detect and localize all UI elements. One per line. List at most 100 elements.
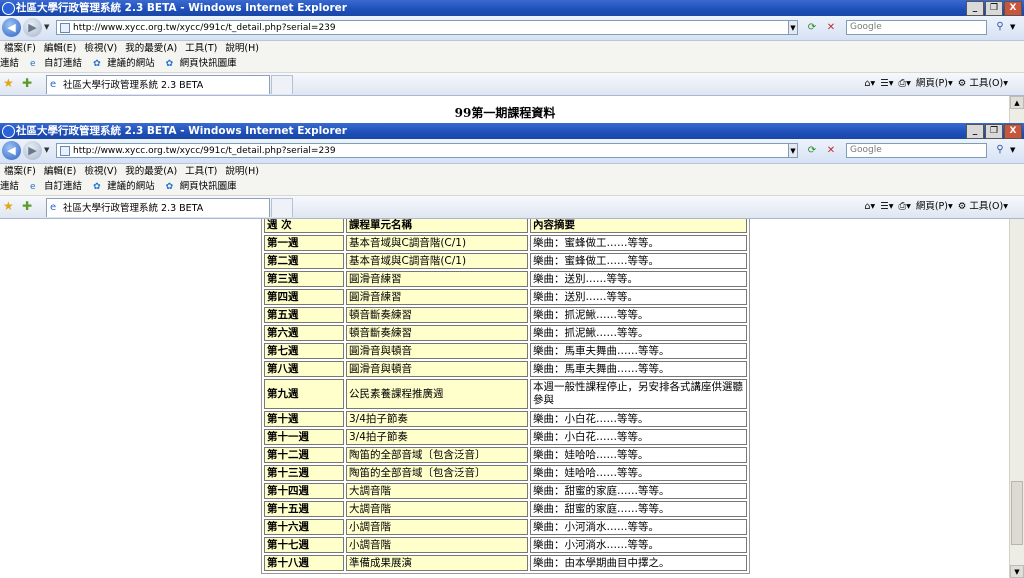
address-field[interactable]: http://www.xycc.org.tw/xycc/991c/t_detai… bbox=[56, 143, 796, 158]
summary-cell: 樂曲：小河淌水……等等。 bbox=[530, 537, 747, 553]
address-toolbar: ◀ ▶ ▼ http://www.xycc.org.tw/xycc/991c/t… bbox=[0, 16, 1024, 41]
feeds-icon[interactable]: ☰▾ bbox=[880, 199, 893, 215]
restore-button[interactable]: ❐ bbox=[985, 1, 1003, 16]
home-icon[interactable]: ⌂▾ bbox=[864, 199, 875, 215]
menu-edit[interactable]: 編輯(E) bbox=[40, 164, 80, 179]
menu-favorites[interactable]: 我的最愛(A) bbox=[121, 164, 181, 179]
link-custom[interactable]: e 自訂連結 bbox=[30, 56, 82, 72]
address-field[interactable]: http://www.xycc.org.tw/xycc/991c/t_detai… bbox=[56, 20, 796, 35]
menu-file[interactable]: 檔案(F) bbox=[0, 41, 40, 56]
week-cell: 第一週 bbox=[264, 235, 344, 251]
tools-menu[interactable]: ⚙ 工具(O)▾ bbox=[958, 76, 1008, 92]
add-favorites-icon[interactable]: ✚ bbox=[22, 199, 32, 213]
menu-tools[interactable]: 工具(T) bbox=[181, 164, 221, 179]
ie-page-icon: e bbox=[30, 59, 36, 69]
tools-menu[interactable]: ⚙ 工具(O)▾ bbox=[958, 199, 1008, 215]
forward-arrow-icon[interactable]: ▶ bbox=[23, 141, 42, 160]
scrollbar-thumb[interactable] bbox=[1011, 481, 1023, 545]
minimize-button[interactable]: _ bbox=[966, 124, 984, 139]
address-dropdown-icon[interactable]: ▼ bbox=[788, 143, 798, 158]
vertical-scrollbar[interactable]: ▲ bbox=[1009, 96, 1024, 125]
page-menu[interactable]: 網頁(P)▾ bbox=[916, 76, 953, 92]
print-icon[interactable]: ⎙▾ bbox=[898, 76, 910, 92]
back-arrow-icon[interactable]: ◀ bbox=[2, 18, 21, 37]
link-web-slice-gallery[interactable]: ✿ 網頁快訊圖庫 bbox=[166, 179, 237, 195]
new-tab-button[interactable] bbox=[271, 75, 293, 94]
scroll-up-icon[interactable]: ▲ bbox=[1010, 96, 1024, 109]
close-button[interactable]: X bbox=[1004, 124, 1022, 139]
menu-edit[interactable]: 編輯(E) bbox=[40, 41, 80, 56]
tab-title: 社區大學行政管理系統 2.3 BETA bbox=[63, 203, 204, 214]
add-favorites-icon[interactable]: ✚ bbox=[22, 76, 32, 90]
unit-name-cell: 基本音域與C調音階(C/1) bbox=[346, 253, 528, 269]
unit-name-cell: 小調音階 bbox=[346, 537, 528, 553]
stop-icon[interactable]: ✕ bbox=[823, 143, 839, 158]
restore-button[interactable]: ❐ bbox=[985, 124, 1003, 139]
home-icon[interactable]: ⌂▾ bbox=[864, 76, 875, 92]
link-webslice-label: 網頁快訊圖庫 bbox=[179, 58, 237, 69]
tools-menu-label: 工具(O) bbox=[969, 201, 1004, 212]
week-cell: 第五週 bbox=[264, 307, 344, 323]
print-icon[interactable]: ⎙▾ bbox=[898, 199, 910, 215]
link-suggested-sites[interactable]: ✿ 建議的網站 bbox=[93, 56, 155, 72]
link-web-slice-gallery[interactable]: ✿ 網頁快訊圖庫 bbox=[166, 56, 237, 72]
minimize-button[interactable]: _ bbox=[966, 1, 984, 16]
ie-app-icon bbox=[2, 2, 15, 15]
tab-bar: ★ ✚ e 社區大學行政管理系統 2.3 BETA ⌂▾ ☰▾ ⎙▾ 網頁(P)… bbox=[0, 196, 1024, 219]
link-suggested-label: 建議的網站 bbox=[107, 58, 155, 69]
page-menu[interactable]: 網頁(P)▾ bbox=[916, 199, 953, 215]
search-input[interactable]: Google bbox=[846, 143, 987, 158]
tab-bar: ★ ✚ e 社區大學行政管理系統 2.3 BETA ⌂▾ ☰▾ ⎙▾ 網頁(P)… bbox=[0, 73, 1024, 96]
link-suggested-sites[interactable]: ✿ 建議的網站 bbox=[93, 179, 155, 195]
menu-help[interactable]: 說明(H) bbox=[221, 41, 263, 56]
table-row: 第五週 頓音斷奏練習 樂曲：抓泥鰍……等等。 bbox=[264, 307, 747, 323]
unit-name-cell: 頓音斷奏練習 bbox=[346, 307, 528, 323]
menu-tools[interactable]: 工具(T) bbox=[181, 41, 221, 56]
summary-cell: 內容摘要 bbox=[530, 219, 747, 233]
scroll-down-icon[interactable]: ▼ bbox=[1010, 565, 1024, 578]
vertical-scrollbar[interactable]: ▼ bbox=[1009, 219, 1024, 578]
history-dropdown-icon[interactable]: ▼ bbox=[44, 146, 49, 154]
table-row: 第十七週 小調音階 樂曲：小河淌水……等等。 bbox=[264, 537, 747, 553]
feeds-icon[interactable]: ☰▾ bbox=[880, 76, 893, 92]
links-label: 連結 bbox=[0, 58, 20, 69]
new-tab-button[interactable] bbox=[271, 198, 293, 217]
menu-file[interactable]: 檔案(F) bbox=[0, 164, 40, 179]
menu-help[interactable]: 說明(H) bbox=[221, 164, 263, 179]
favorites-star-icon[interactable]: ★ bbox=[3, 76, 14, 90]
stop-icon[interactable]: ✕ bbox=[823, 20, 839, 35]
summary-cell: 樂曲：抓泥鰍……等等。 bbox=[530, 325, 747, 341]
refresh-icon[interactable]: ⟳ bbox=[804, 20, 820, 35]
title-bar[interactable]: 社區大學行政管理系統 2.3 BETA - Windows Internet E… bbox=[0, 123, 1024, 139]
tab-current[interactable]: e 社區大學行政管理系統 2.3 BETA bbox=[46, 75, 270, 94]
menu-bar: 檔案(F) 編輯(E) 檢視(V) 我的最愛(A) 工具(T) 說明(H) bbox=[0, 164, 1024, 179]
close-button[interactable]: X bbox=[1004, 1, 1022, 16]
summary-cell: 樂曲：馬車夫舞曲……等等。 bbox=[530, 361, 747, 377]
menu-view[interactable]: 檢視(V) bbox=[80, 41, 121, 56]
link-custom[interactable]: e 自訂連結 bbox=[30, 179, 82, 195]
command-bar: ⌂▾ ☰▾ ⎙▾ 網頁(P)▾ ⚙ 工具(O)▾ bbox=[864, 76, 1024, 92]
title-bar[interactable]: 社區大學行政管理系統 2.3 BETA - Windows Internet E… bbox=[0, 0, 1024, 16]
search-options-dropdown-icon[interactable]: ▼ bbox=[1010, 20, 1015, 35]
history-dropdown-icon[interactable]: ▼ bbox=[44, 23, 49, 31]
forward-arrow-icon[interactable]: ▶ bbox=[23, 18, 42, 37]
week-cell: 第三週 bbox=[264, 271, 344, 287]
unit-name-cell: 課程單元名稱 bbox=[346, 219, 528, 233]
table-row: 第十一週 3/4拍子節奏 樂曲：小白花……等等。 bbox=[264, 429, 747, 445]
tab-current[interactable]: e 社區大學行政管理系統 2.3 BETA bbox=[46, 198, 270, 217]
page-content-background: 99第一期課程資料 ▲ bbox=[0, 96, 1024, 125]
search-input[interactable]: Google bbox=[846, 20, 987, 35]
unit-name-cell: 3/4拍子節奏 bbox=[346, 429, 528, 445]
search-options-dropdown-icon[interactable]: ▼ bbox=[1010, 143, 1015, 158]
menu-view[interactable]: 檢視(V) bbox=[80, 164, 121, 179]
menu-favorites[interactable]: 我的最愛(A) bbox=[121, 41, 181, 56]
search-icon[interactable]: ⚲ bbox=[992, 19, 1008, 35]
back-arrow-icon[interactable]: ◀ bbox=[2, 141, 21, 160]
favorites-star-icon[interactable]: ★ bbox=[3, 199, 14, 213]
week-cell: 第十五週 bbox=[264, 501, 344, 517]
refresh-icon[interactable]: ⟳ bbox=[804, 143, 820, 158]
address-dropdown-icon[interactable]: ▼ bbox=[788, 20, 798, 35]
summary-cell: 樂曲：甜蜜的家庭……等等。 bbox=[530, 501, 747, 517]
week-cell: 週 次 bbox=[264, 219, 344, 233]
search-icon[interactable]: ⚲ bbox=[992, 142, 1008, 158]
